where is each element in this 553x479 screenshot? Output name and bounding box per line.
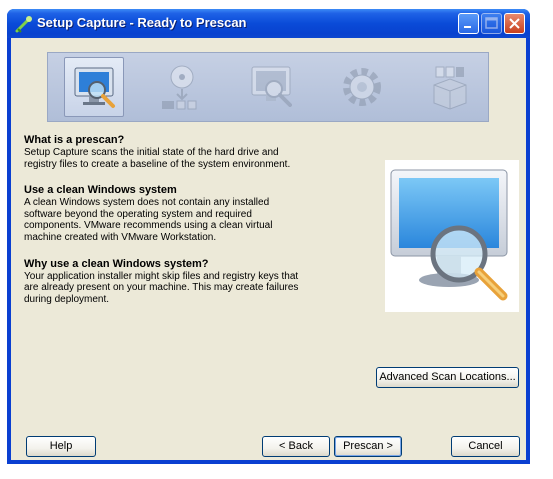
monitor-scan-icon <box>251 66 292 107</box>
setup-capture-window: Setup Capture - Ready to Prescan What is… <box>7 9 530 464</box>
step-install <box>152 57 212 117</box>
step-postscan <box>242 57 302 117</box>
wizard-steps-banner <box>47 52 489 122</box>
prescan-description: What is a prescan? Setup Capture scans t… <box>24 134 324 319</box>
prescan-illustration <box>385 160 519 312</box>
advanced-scan-locations-button[interactable]: Advanced Scan Locations... <box>376 367 519 388</box>
back-button[interactable]: < Back <box>262 436 330 457</box>
text-line: Your application installer might skip fi… <box>24 270 299 282</box>
text-line: machine created with VMware Workstation. <box>24 231 217 243</box>
disc-install-icon <box>162 65 197 110</box>
monitor-magnifier-icon <box>390 169 508 301</box>
maximize-button[interactable] <box>481 13 502 34</box>
text-line: A clean Windows system does not contain … <box>24 197 270 209</box>
gear-icon <box>343 68 381 106</box>
text-line: registry files to create a baseline of t… <box>24 158 291 170</box>
minimize-button[interactable] <box>458 13 479 34</box>
step-build <box>420 57 480 117</box>
section-heading: What is a prescan? <box>24 134 125 146</box>
help-button[interactable]: Help <box>26 436 96 457</box>
text-line: during deployment. <box>24 293 110 305</box>
close-icon <box>509 18 520 29</box>
section-heading: Why use a clean Windows system? <box>24 257 209 270</box>
section-body: A clean Windows system does not contain … <box>24 197 324 243</box>
monitor-magnifier-icon <box>74 67 115 108</box>
setup-capture-app-icon <box>15 16 32 33</box>
section-body: Your application installer might skip fi… <box>24 271 324 306</box>
step-configure <box>332 57 392 117</box>
text-line: are already present on your machine. Thi… <box>24 282 299 294</box>
minimize-icon <box>464 26 471 28</box>
prescan-button[interactable]: Prescan > <box>334 436 402 457</box>
text-line: Setup Capture scans the initial state of… <box>24 147 279 158</box>
section-heading: Use a clean Windows system <box>24 184 177 197</box>
text-line: software beyond the operating system and… <box>24 208 252 220</box>
text-line: components. VMware recommends using a cl… <box>24 220 273 232</box>
package-box-icon <box>433 66 467 110</box>
window-title: Setup Capture - Ready to Prescan <box>37 15 247 30</box>
maximize-icon <box>485 17 498 29</box>
cancel-button[interactable]: Cancel <box>451 436 520 457</box>
title-bar[interactable]: Setup Capture - Ready to Prescan <box>7 9 530 38</box>
dialog-client-area: What is a prescan? Setup Capture scans t… <box>11 38 526 460</box>
section-body: Setup Capture scans the initial state of… <box>24 147 324 170</box>
close-button[interactable] <box>504 13 525 34</box>
step-prescan <box>64 57 124 117</box>
